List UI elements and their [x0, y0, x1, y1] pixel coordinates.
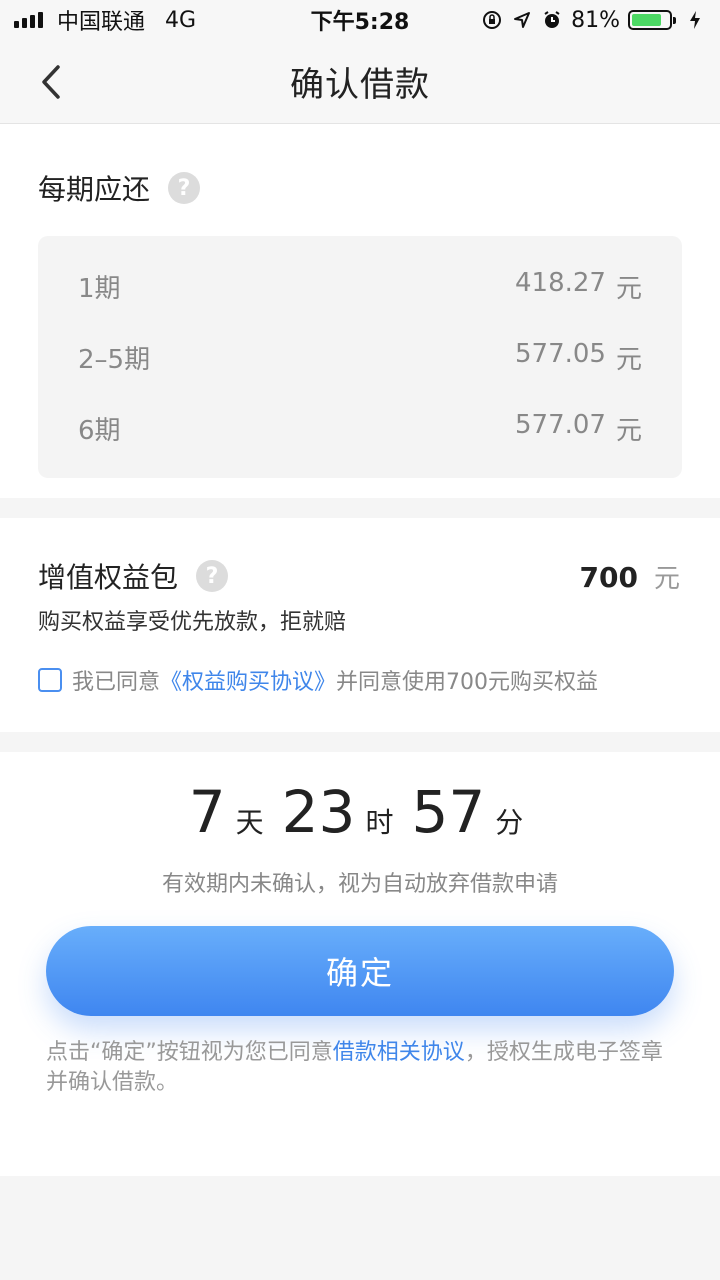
countdown-note: 有效期内未确认，视为自动放弃借款申请: [161, 872, 558, 897]
carrier-label: 中国联通: [57, 10, 146, 35]
amount-value: 577.05: [515, 338, 606, 369]
period-amount: 418.27 元: [515, 268, 642, 305]
countdown-minutes: 57: [411, 778, 486, 846]
battery-fill: [632, 14, 662, 26]
period-amount: 577.07 元: [515, 410, 642, 447]
benefit-price: 700 元: [580, 558, 680, 595]
benefit-price-unit: 元: [653, 564, 680, 594]
benefit-description: 购买权益享受优先放款，拒就赔: [38, 610, 347, 635]
amount-value: 577.07: [515, 409, 606, 440]
repayment-row: 6期 577.07 元: [78, 408, 642, 448]
status-bar: 中国联通 4G 下午5:28 81%: [0, 0, 720, 40]
period-label: 6期: [78, 415, 121, 446]
rotation-lock-icon: [481, 9, 503, 31]
repayment-section: 每期应还 ? 1期 418.27 元 2–5期 577.05 元 6期 577.…: [0, 124, 720, 498]
loan-agreement-link[interactable]: 借款相关协议: [333, 1040, 465, 1065]
agreement-prefix: 我已同意: [72, 670, 161, 695]
charging-icon: [684, 9, 706, 31]
benefit-price-value: 700: [579, 561, 638, 594]
countdown-days-unit: 天: [235, 806, 264, 839]
location-icon: [511, 9, 533, 31]
legal-notice: 点击“确定”按钮视为您已同意借款相关协议，授权生成电子签章并确认借款。: [46, 1038, 676, 1098]
benefit-header: 增值权益包 ?: [38, 556, 229, 596]
countdown: 7 天 23 时 57 分: [0, 778, 720, 846]
back-button[interactable]: [28, 60, 72, 104]
repayment-row: 1期 418.27 元: [78, 266, 642, 306]
amount-value: 418.27: [515, 267, 606, 298]
amount-unit: 元: [615, 415, 642, 446]
chevron-left-icon: [42, 65, 60, 99]
help-icon[interactable]: ?: [196, 560, 229, 592]
help-icon[interactable]: ?: [168, 172, 201, 204]
benefit-section: 增值权益包 ? 700 元 购买权益享受优先放款，拒就赔 我已同意 《权益购买协…: [0, 518, 720, 732]
confirm-button[interactable]: 确定: [46, 926, 674, 1016]
period-label: 2–5期: [78, 344, 151, 375]
signal-icon: [14, 12, 43, 28]
agreement-link[interactable]: 《权益购买协议》: [160, 664, 336, 696]
countdown-hours: 23: [281, 778, 356, 846]
repayment-header: 每期应还 ?: [38, 168, 201, 208]
nav-bar: 确认借款: [0, 40, 720, 124]
period-amount: 577.05 元: [515, 339, 642, 376]
network-label: 4G: [165, 7, 197, 33]
countdown-hours-unit: 时: [365, 806, 394, 839]
alarm-icon: [541, 9, 563, 31]
status-left: 中国联通 4G: [14, 4, 196, 36]
agreement-checkbox[interactable]: [38, 668, 62, 692]
agreement-suffix: 并同意使用700元购买权益: [336, 670, 599, 695]
benefit-title: 增值权益包: [38, 561, 179, 594]
countdown-minutes-unit: 分: [495, 806, 524, 839]
battery-percent: 81%: [571, 7, 620, 33]
page-title: 确认借款: [290, 65, 430, 105]
repayment-schedule: 1期 418.27 元 2–5期 577.05 元 6期 577.07 元: [38, 236, 682, 478]
status-right: 81%: [481, 8, 706, 33]
battery-icon: [628, 10, 676, 30]
repayment-row: 2–5期 577.05 元: [78, 337, 642, 377]
amount-unit: 元: [615, 273, 642, 304]
period-label: 1期: [78, 273, 121, 304]
countdown-days: 7: [188, 778, 226, 846]
agreement-row: 我已同意 《权益购买协议》 并同意使用700元购买权益: [38, 664, 598, 696]
amount-unit: 元: [615, 344, 642, 375]
confirm-section: 7 天 23 时 57 分 有效期内未确认，视为自动放弃借款申请 确定 点击“确…: [0, 752, 720, 1176]
legal-prefix: 点击“确定”按钮视为您已同意: [46, 1040, 333, 1065]
repayment-title: 每期应还: [38, 173, 151, 206]
